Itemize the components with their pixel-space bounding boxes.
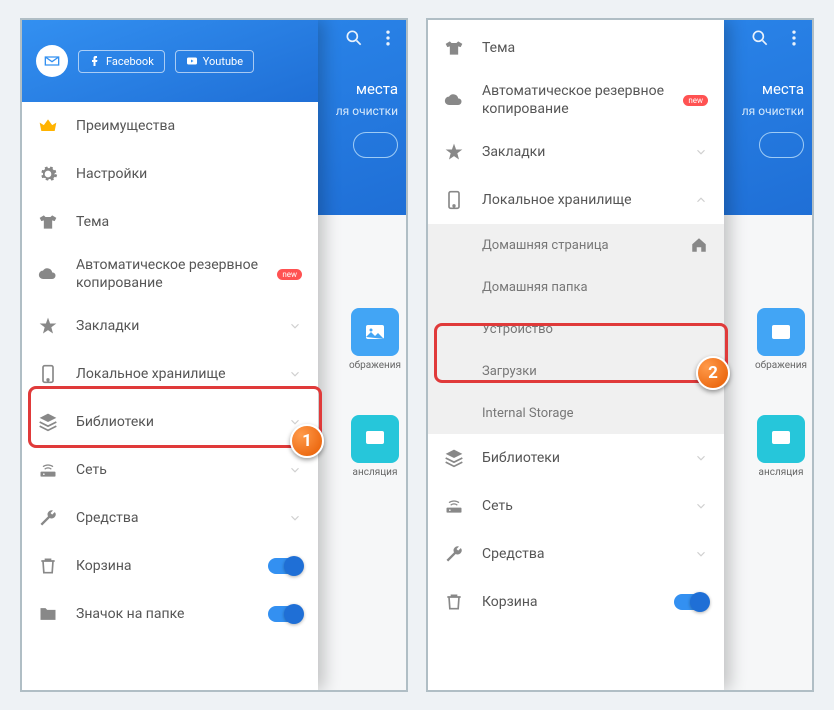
menu-tools[interactable]: Средства <box>428 530 724 578</box>
new-badge: new <box>683 95 708 106</box>
trash-icon <box>444 592 464 612</box>
chevron-down-icon <box>288 367 302 381</box>
menu-local-storage[interactable]: Локальное хранилище <box>428 176 724 224</box>
menu-advantages[interactable]: Преимущества <box>22 102 318 150</box>
drawer-header: Facebook Youtube <box>22 20 318 102</box>
menu-trash[interactable]: Корзина <box>22 542 318 590</box>
chevron-down-icon <box>288 463 302 477</box>
screenshot-1: места ля очистки ображения ансляция Face… <box>20 18 408 692</box>
menu-libraries[interactable]: Библиотеки <box>22 398 318 446</box>
menu-settings[interactable]: Настройки <box>22 150 318 198</box>
sub-downloads[interactable]: Загрузки <box>428 350 724 392</box>
youtube-button[interactable]: Youtube <box>175 50 254 73</box>
menu-theme[interactable]: Тема <box>22 198 318 246</box>
cloud-icon <box>444 90 464 110</box>
wrench-icon <box>38 508 58 528</box>
crown-icon <box>38 116 58 136</box>
sub-home-page[interactable]: Домашняя страница <box>428 224 724 266</box>
network-icon <box>444 496 464 516</box>
cloud-icon <box>38 264 58 284</box>
chevron-down-icon <box>288 319 302 333</box>
chevron-up-icon <box>694 193 708 207</box>
cast-tile: ансляция <box>346 415 404 478</box>
phone-icon <box>444 190 464 210</box>
layers-icon <box>38 412 58 432</box>
menu-bookmarks[interactable]: Закладки <box>22 302 318 350</box>
bg-toolbar <box>344 28 398 48</box>
menu-backup[interactable]: Автоматическое резервное копирование new <box>428 72 724 128</box>
menu-network[interactable]: Сеть <box>22 446 318 494</box>
chevron-down-icon <box>694 145 708 159</box>
trash-toggle[interactable] <box>674 594 708 610</box>
menu-tools[interactable]: Средства <box>22 494 318 542</box>
shirt-icon <box>38 212 58 232</box>
menu-backup[interactable]: Автоматическое резервное копирование new <box>22 246 318 302</box>
sub-internal[interactable]: Internal Storage <box>428 392 724 434</box>
menu-libraries[interactable]: Библиотеки <box>428 434 724 482</box>
facebook-button[interactable]: Facebook <box>78 50 165 73</box>
navigation-drawer: Тема Автоматическое резервное копировани… <box>428 20 724 690</box>
sub-home-folder[interactable]: Домашняя папка <box>428 266 724 308</box>
trash-icon <box>38 556 58 576</box>
folder-badge-icon <box>38 604 58 624</box>
home-icon <box>690 236 708 254</box>
search-icon <box>344 28 364 48</box>
navigation-drawer: Facebook Youtube Преимущества Настройки … <box>22 20 318 690</box>
phone-icon <box>38 364 58 384</box>
images-tile: ображения <box>346 308 404 371</box>
menu-trash[interactable]: Корзина <box>428 578 724 626</box>
gear-icon <box>38 164 58 184</box>
network-icon <box>38 460 58 480</box>
star-icon <box>444 142 464 162</box>
more-icon <box>378 28 398 48</box>
menu-bookmarks[interactable]: Закладки <box>428 128 724 176</box>
layers-icon <box>444 448 464 468</box>
menu-theme[interactable]: Тема <box>428 24 724 72</box>
menu-local-storage[interactable]: Локальное хранилище <box>22 350 318 398</box>
new-badge: new <box>277 269 302 280</box>
trash-toggle[interactable] <box>268 558 302 574</box>
sub-device[interactable]: Устройство <box>428 308 724 350</box>
folder-toggle[interactable] <box>268 606 302 622</box>
callout-2: 2 <box>696 356 730 390</box>
bg-title: места <box>356 80 398 98</box>
bg-button <box>353 132 398 158</box>
shirt-icon <box>444 38 464 58</box>
mail-icon[interactable] <box>36 45 68 77</box>
menu-network[interactable]: Сеть <box>428 482 724 530</box>
menu-folder-icon[interactable]: Значок на папке <box>22 590 318 638</box>
chevron-down-icon <box>288 511 302 525</box>
bg-subtitle: ля очистки <box>336 104 398 118</box>
star-icon <box>38 316 58 336</box>
wrench-icon <box>444 544 464 564</box>
callout-1: 1 <box>290 424 324 458</box>
screenshot-2: места ля очистки ображения ансляция Тема… <box>426 18 814 692</box>
